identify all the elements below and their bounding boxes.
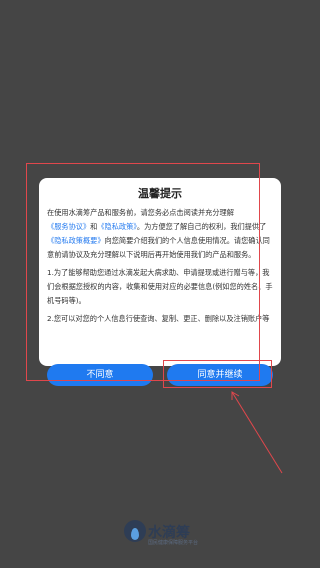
annotation-arrow bbox=[231, 391, 283, 474]
